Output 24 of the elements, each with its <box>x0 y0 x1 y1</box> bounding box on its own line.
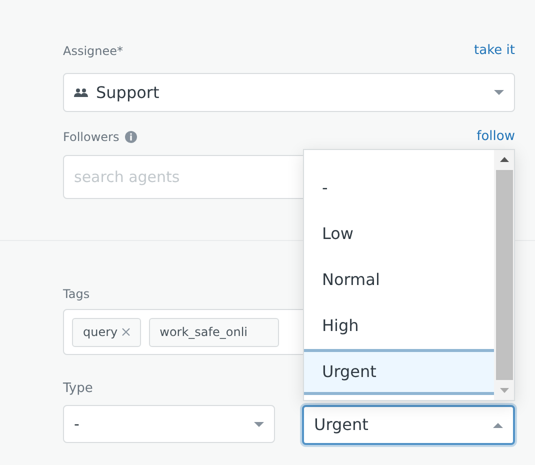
priority-select[interactable]: Urgent <box>302 405 515 445</box>
caret-icon <box>254 422 264 426</box>
field-label: Tags <box>63 286 90 299</box>
group-icon <box>74 88 88 97</box>
take-it-link[interactable]: take it <box>474 40 515 60</box>
caret-icon <box>493 422 503 428</box>
dropdown-option[interactable]: Urgent <box>304 349 494 395</box>
scrollbar[interactable] <box>494 150 514 400</box>
remove-icon[interactable] <box>122 328 130 336</box>
scroll-up-icon <box>500 157 508 162</box>
dropdown-option[interactable]: Normal <box>304 257 494 303</box>
tag-label: query <box>83 324 118 341</box>
tag-label: work_safe_onli <box>160 324 248 341</box>
type-select[interactable]: - <box>63 405 275 443</box>
scrollbar-thumb[interactable] <box>496 170 512 380</box>
field-label: Assignee* <box>63 43 124 60</box>
dropdown-option[interactable]: Low <box>304 211 494 257</box>
field-label: Type <box>63 380 93 395</box>
assignee-select[interactable]: Support <box>63 73 515 112</box>
follow-link[interactable]: follow <box>476 126 515 146</box>
caret-icon <box>494 90 504 95</box>
scroll-down-icon <box>500 388 508 393</box>
info-icon <box>125 131 138 143</box>
field-label: Followers <box>63 129 120 146</box>
